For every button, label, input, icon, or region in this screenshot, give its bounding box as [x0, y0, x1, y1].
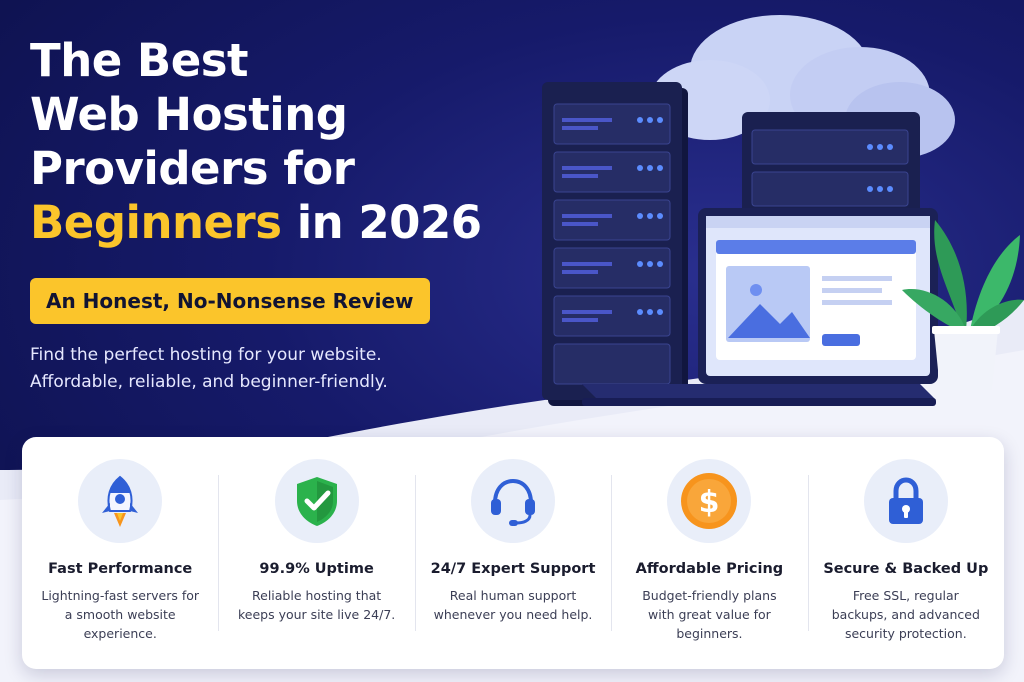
feature-security: Secure & Backed Up Free SSL, regular bac… [807, 437, 1004, 669]
feature-title: Affordable Pricing [635, 561, 784, 577]
feature-description: Free SSL, regular backups, and advanced … [831, 588, 980, 641]
title-line-1: The Best [30, 34, 249, 87]
headset-icon [471, 459, 556, 543]
feature-support: 24/7 Expert Support Real human support w… [414, 437, 611, 669]
tagline-line-2: Affordable, reliable, and beginner-frien… [30, 372, 388, 392]
subtitle-badge: An Honest, No-Nonsense Review [30, 278, 430, 324]
shield-check-icon [274, 459, 359, 543]
feature-title: 99.9% Uptime [259, 561, 374, 577]
tagline-line-1: Find the perfect hosting for your websit… [30, 345, 382, 365]
feature-title: 24/7 Expert Support [430, 561, 596, 577]
feature-uptime: 99.9% Uptime Reliable hosting that keeps… [218, 437, 414, 669]
dollar-coin-icon: $ [667, 459, 752, 543]
page-title: The Best Web Hosting Providers for Begin… [30, 34, 550, 250]
feature-fast-performance: Fast Performance Lightning-fast servers … [22, 437, 218, 669]
tagline: Find the perfect hosting for your websit… [30, 342, 470, 396]
svg-text:$: $ [699, 485, 720, 520]
title-line-4: Beginners in 2026 [30, 196, 550, 250]
title-line-2: Web Hosting [30, 88, 348, 141]
feature-title: Secure & Backed Up [823, 561, 989, 577]
feature-description: Real human support whenever you need hel… [433, 588, 593, 622]
server-rack-icon [542, 82, 688, 406]
padlock-icon [863, 459, 948, 543]
title-accent: Beginners [30, 196, 282, 249]
feature-pricing: $ Affordable Pricing Budget-friendly pla… [611, 437, 807, 669]
feature-description: Lightning-fast servers for a smooth webs… [41, 588, 200, 641]
title-line-3: Providers for [30, 142, 355, 195]
feature-title: Fast Performance [48, 561, 193, 577]
feature-description: Budget-friendly plans with great value f… [642, 588, 777, 641]
features-panel: Fast Performance Lightning-fast servers … [22, 437, 1004, 669]
title-tail: in 2026 [281, 196, 482, 249]
feature-description: Reliable hosting that keeps your site li… [237, 588, 396, 622]
rocket-icon [78, 459, 163, 543]
hosting-illustration [542, 15, 1024, 406]
